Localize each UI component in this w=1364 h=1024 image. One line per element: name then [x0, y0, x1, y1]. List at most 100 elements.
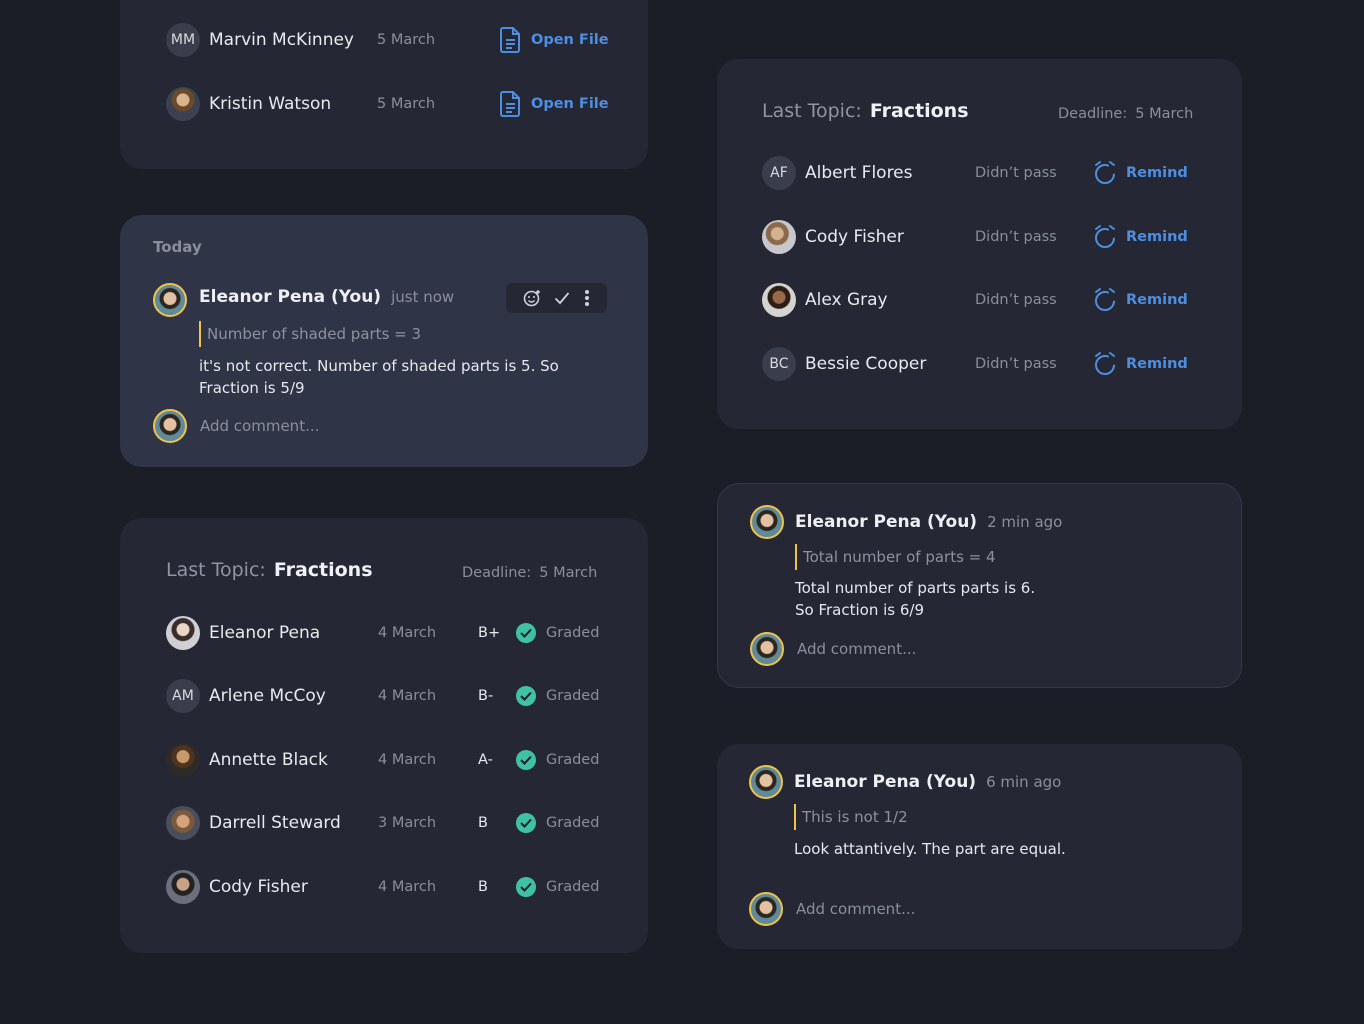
- alarm-icon: [1095, 225, 1115, 248]
- topic-title: Fractions: [273, 559, 373, 581]
- student-name: Alex Gray: [805, 290, 888, 310]
- remind-topic-card: Last Topic: Fractions Deadline: 5 March A…: [717, 59, 1242, 429]
- alarm-icon: [1095, 161, 1115, 184]
- avatar: BC: [762, 347, 796, 381]
- grade: A-: [478, 752, 493, 768]
- open-file-label: Open File: [531, 96, 609, 112]
- avatar: [762, 220, 796, 254]
- comment-body-line: Fraction is 5/9: [199, 379, 305, 397]
- submit-date: 5 March: [377, 96, 436, 112]
- status-badge: Graded: [516, 686, 599, 706]
- comment-card: Eleanor Pena (You) 6 min ago This is not…: [717, 744, 1242, 949]
- open-file-button[interactable]: Open File: [500, 91, 609, 117]
- check-circle-icon: [516, 623, 536, 643]
- remind-button[interactable]: Remind: [1093, 224, 1188, 250]
- comment-time: 2 min ago: [987, 513, 1063, 531]
- avatar: [166, 616, 200, 650]
- student-name: Cody Fisher: [805, 227, 904, 247]
- comment-author: Eleanor Pena (You): [794, 772, 977, 792]
- avatar: [749, 765, 783, 799]
- status-label: Graded: [546, 879, 600, 895]
- alarm-icon: [1095, 352, 1115, 375]
- remind-label: Remind: [1126, 356, 1188, 372]
- topic-title: Fractions: [869, 100, 969, 122]
- remind-button[interactable]: Remind: [1093, 160, 1188, 186]
- avatar: [750, 505, 784, 539]
- status-badge: Graded: [516, 750, 599, 770]
- status-label: Didn’t pass: [975, 292, 1057, 308]
- open-file-label: Open File: [531, 32, 609, 48]
- quoted-text: Total number of parts = 4: [795, 544, 996, 570]
- comment-body-line: it's not correct. Number of shaded parts…: [199, 357, 559, 375]
- grade: B: [478, 879, 488, 895]
- avatar: AM: [166, 679, 200, 713]
- add-comment-input[interactable]: Add comment...: [797, 640, 916, 658]
- comment-body-line: Look attantively. The part are equal.: [794, 840, 1066, 858]
- remind-button[interactable]: Remind: [1093, 351, 1188, 377]
- remind-button[interactable]: Remind: [1093, 287, 1188, 313]
- quoted-text: Number of shaded parts = 3: [199, 321, 421, 347]
- submit-date: 4 March: [378, 879, 437, 895]
- file-icon: [500, 27, 520, 53]
- add-comment-input[interactable]: Add comment...: [200, 417, 319, 435]
- deadline-label: Deadline:: [462, 565, 532, 581]
- student-name: Albert Flores: [805, 163, 913, 183]
- more-options-icon[interactable]: [584, 289, 590, 307]
- submit-date: 5 March: [377, 32, 436, 48]
- remind-label: Remind: [1126, 165, 1188, 181]
- files-card: MM Marvin McKinney 5 March Open File Kri…: [120, 0, 648, 169]
- comment-time: 6 min ago: [986, 773, 1062, 791]
- student-name: Cody Fisher: [209, 877, 308, 897]
- check-circle-icon: [516, 877, 536, 897]
- submit-date: 3 March: [378, 815, 437, 831]
- status-label: Didn’t pass: [975, 165, 1057, 181]
- section-heading: Today: [153, 238, 202, 256]
- avatar: MM: [166, 23, 200, 57]
- avatar: AF: [762, 156, 796, 190]
- check-circle-icon: [516, 686, 536, 706]
- comment-body-line: Total number of parts parts is 6.: [795, 579, 1036, 597]
- status-badge: Graded: [516, 877, 599, 897]
- comment-author: Eleanor Pena (You): [199, 287, 382, 307]
- open-file-button[interactable]: Open File: [500, 27, 609, 53]
- list-item: Cody Fisher: [166, 867, 308, 907]
- student-name: Darrell Steward: [209, 813, 341, 833]
- comment-toolbar: [506, 283, 607, 313]
- list-item: Eleanor Pena: [166, 613, 320, 653]
- emoji-icon[interactable]: [523, 289, 541, 307]
- deadline: Deadline: 5 March: [462, 565, 597, 581]
- deadline-date: 5 March: [539, 565, 598, 581]
- avatar: [762, 283, 796, 317]
- check-icon[interactable]: [554, 291, 570, 305]
- submit-date: 4 March: [378, 625, 437, 641]
- student-name: Eleanor Pena: [209, 623, 321, 643]
- avatar: [749, 892, 783, 926]
- comment-body-line: So Fraction is 6/9: [795, 601, 925, 619]
- comment-time: just now: [391, 288, 455, 306]
- topic-label: Last Topic:: [166, 559, 266, 581]
- status-badge: Graded: [516, 813, 599, 833]
- quoted-text: This is not 1/2: [794, 804, 908, 830]
- avatar: [750, 632, 784, 666]
- submit-date: 4 March: [378, 752, 437, 768]
- comment-author: Eleanor Pena (You): [795, 512, 978, 532]
- list-item: BC Bessie Cooper: [762, 344, 926, 384]
- today-comment-card: Today Eleanor Pena (You) just now Number…: [120, 215, 648, 467]
- student-name: Bessie Cooper: [805, 354, 927, 374]
- avatar: [166, 87, 200, 121]
- status-label: Didn’t pass: [975, 356, 1057, 372]
- list-item: Annette Black: [166, 740, 328, 780]
- list-item: AM Arlene McCoy: [166, 676, 326, 716]
- status-label: Graded: [546, 625, 600, 641]
- list-item: MM Marvin McKinney: [166, 20, 354, 60]
- status-label: Graded: [546, 688, 600, 704]
- list-item: Kristin Watson: [166, 84, 331, 124]
- list-item: AF Albert Flores: [762, 153, 913, 193]
- deadline-label: Deadline:: [1058, 106, 1128, 122]
- topic-label: Last Topic:: [762, 100, 862, 122]
- avatar: [153, 409, 187, 443]
- graded-topic-card: Last Topic: Fractions Deadline: 5 March E…: [120, 518, 648, 953]
- grade: B+: [478, 625, 501, 641]
- add-comment-input[interactable]: Add comment...: [796, 900, 915, 918]
- grade: B: [478, 815, 488, 831]
